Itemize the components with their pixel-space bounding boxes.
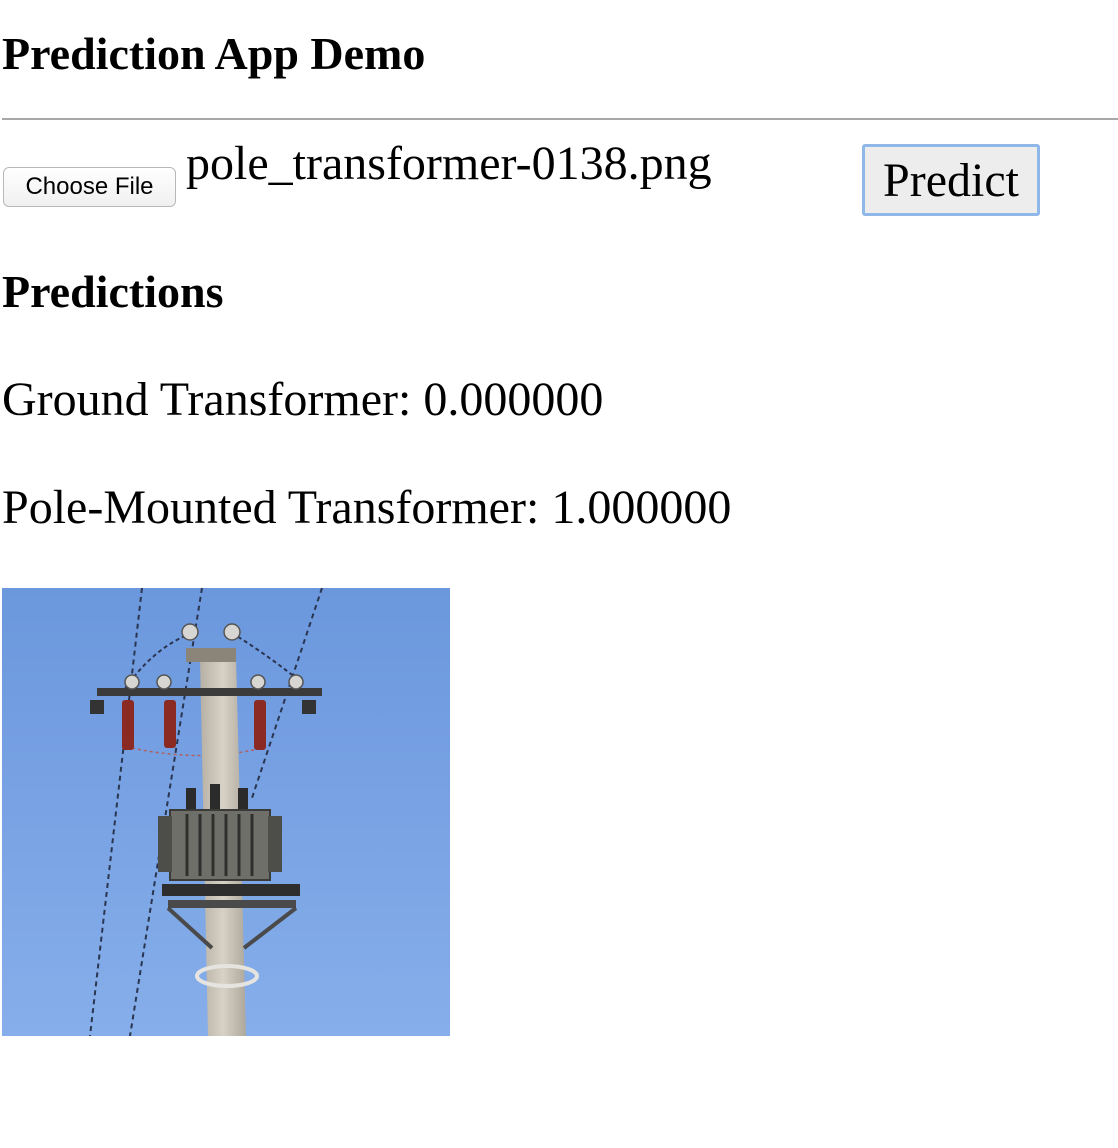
prediction-score: 1.000000 bbox=[551, 481, 732, 534]
insulator-arm-left bbox=[124, 674, 140, 690]
choose-file-button[interactable]: Choose File bbox=[3, 167, 176, 207]
platform-support bbox=[168, 900, 296, 908]
pole-top-bracket bbox=[186, 648, 236, 662]
transformer-frame bbox=[268, 816, 282, 872]
predict-button[interactable]: Predict bbox=[862, 144, 1040, 216]
insulator-arm-right bbox=[250, 674, 266, 690]
prediction-separator: : bbox=[525, 481, 552, 534]
app-title: Prediction App Demo bbox=[2, 28, 426, 79]
predictions-heading: Predictions bbox=[2, 266, 224, 317]
header-divider bbox=[2, 118, 1118, 120]
insulator-top-left bbox=[181, 623, 199, 641]
platform bbox=[162, 884, 300, 896]
prediction-row-ground-transformer: Ground Transformer: 0.000000 bbox=[2, 370, 603, 430]
prediction-row-pole-mounted-transformer: Pole-Mounted Transformer: 1.000000 bbox=[2, 478, 731, 538]
insulator-arm-far-right bbox=[288, 674, 304, 690]
insulator-arm-mid bbox=[156, 674, 172, 690]
transformer-frame bbox=[158, 816, 172, 872]
uploaded-image-preview bbox=[2, 588, 450, 1036]
transformer-tank bbox=[169, 809, 271, 881]
prediction-score: 0.000000 bbox=[423, 373, 604, 426]
pole-transformer-photo bbox=[2, 588, 450, 1036]
insulator-top-right bbox=[223, 623, 241, 641]
prediction-label: Ground Transformer bbox=[2, 373, 398, 426]
selected-file-name: pole_transformer-0138.png bbox=[186, 137, 712, 190]
prediction-separator: : bbox=[397, 373, 424, 426]
prediction-label: Pole-Mounted Transformer bbox=[2, 481, 526, 534]
